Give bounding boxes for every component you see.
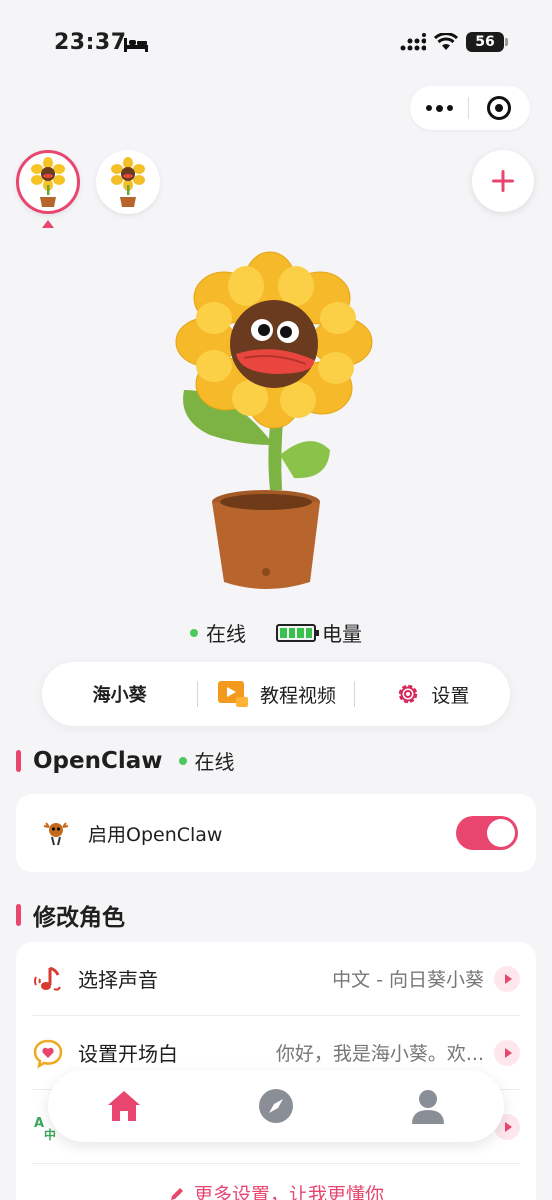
svg-text:A: A (34, 1116, 44, 1131)
openclaw-title: OpenClaw (33, 747, 163, 774)
tutorial-video-button[interactable]: 教程视频 (198, 662, 353, 726)
video-icon (217, 681, 248, 707)
compass-icon (259, 1089, 293, 1123)
music-note-icon (34, 966, 61, 991)
role-section-title: 修改角色 (33, 905, 125, 931)
claw-robot-icon (43, 822, 69, 846)
add-device-button[interactable] (472, 150, 534, 212)
active-device-indicator (42, 220, 54, 228)
device-action-bar: 海小葵 教程视频 设置 (42, 662, 510, 726)
home-icon (108, 1091, 140, 1121)
battery-icon: 56 (466, 32, 508, 52)
nav-home[interactable] (94, 1076, 154, 1136)
openclaw-card: 启用OpenClaw (16, 794, 536, 872)
enable-openclaw-toggle[interactable] (456, 816, 518, 850)
settings-button[interactable]: 设置 (355, 662, 510, 726)
user-icon (412, 1090, 444, 1124)
more-settings-link[interactable]: 更多设置，让我更懂你 (0, 1180, 552, 1200)
svg-text:中: 中 (44, 1127, 56, 1142)
more-options-icon[interactable] (410, 104, 468, 112)
section-accent-bar (16, 749, 21, 772)
sunflower-avatar-icon (111, 157, 145, 207)
select-voice-row[interactable]: 选择声音 中文 - 向日葵小葵 (32, 942, 520, 1016)
openclaw-status-label: 在线 (194, 750, 235, 774)
close-miniprogram-button[interactable] (469, 96, 529, 120)
settings-label: 设置 (431, 684, 470, 707)
sunflower-toy-image (175, 251, 373, 589)
plus-icon (492, 170, 514, 192)
target-icon (487, 96, 511, 120)
chat-heart-icon (33, 1039, 63, 1069)
opening-line-title: 设置开场白 (78, 1042, 178, 1066)
status-indicators: 56 (400, 32, 508, 52)
select-voice-value: 中文 - 向日葵小葵 (332, 969, 484, 991)
device-avatar-active[interactable] (16, 150, 80, 214)
opening-line-value: 你好，我是海小葵。欢... (275, 1043, 484, 1065)
gear-icon (399, 684, 418, 704)
bottom-nav (48, 1070, 504, 1142)
cellular-signal-icon (400, 33, 426, 51)
enable-openclaw-label: 启用OpenClaw (88, 823, 223, 846)
arrow-right-icon (494, 1039, 520, 1066)
section-accent-bar (16, 904, 21, 926)
online-dot-icon (190, 628, 198, 637)
wifi-icon (434, 33, 458, 50)
more-settings-label: 更多设置，让我更懂你 (193, 1184, 384, 1200)
nav-profile[interactable] (398, 1076, 458, 1136)
device-name-button[interactable]: 海小葵 (42, 662, 197, 726)
pencil-icon (170, 1187, 183, 1200)
online-label: 在线 (206, 622, 246, 646)
online-status: 在线 (190, 618, 246, 647)
battery-level-icon (276, 623, 319, 642)
battery-label: 电量 (322, 622, 362, 646)
status-bar: 23:37 56 (0, 0, 552, 90)
arrow-right-icon (494, 965, 520, 992)
nav-discover[interactable] (246, 1076, 306, 1136)
tutorial-video-label: 教程视频 (259, 684, 336, 707)
openclaw-section-header: OpenClaw 在线 (16, 746, 235, 775)
sleep-mode-icon (124, 38, 148, 52)
role-section-header: 修改角色 (16, 898, 125, 932)
select-voice-title: 选择声音 (78, 968, 158, 992)
device-status-row: 在线 电量 (0, 618, 552, 647)
device-avatar-second[interactable] (96, 150, 160, 214)
status-time: 23:37 (54, 30, 127, 55)
online-dot-icon (178, 756, 187, 765)
sunflower-avatar-icon (31, 157, 65, 207)
battery-status: 电量 (276, 618, 362, 647)
miniprogram-capsule (410, 86, 530, 130)
openclaw-status: 在线 (178, 746, 235, 775)
